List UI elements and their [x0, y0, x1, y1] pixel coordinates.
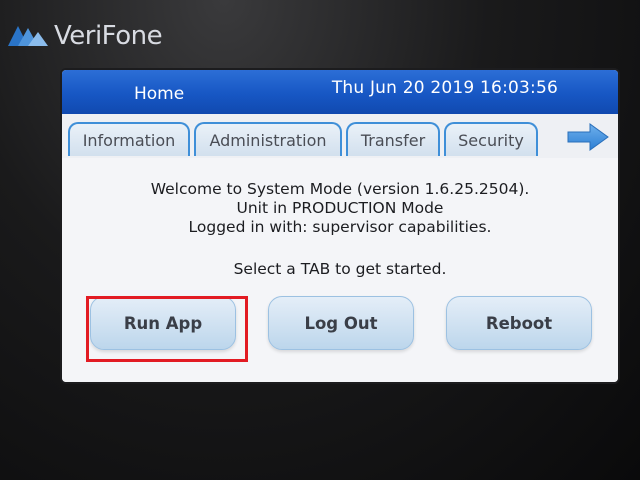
reboot-button[interactable]: Reboot — [446, 296, 592, 350]
brand-name: VeriFone — [54, 21, 163, 51]
arrow-right-icon[interactable] — [566, 122, 610, 152]
tab-bar: Information Administration Transfer Secu… — [62, 114, 618, 158]
run-app-highlight-box — [86, 296, 248, 362]
page-title: Home — [134, 84, 185, 104]
brand-logo: VeriFone — [6, 20, 163, 52]
select-tab-prompt: Select a TAB to get started. — [233, 260, 447, 278]
welcome-line-version: Welcome to System Mode (version 1.6.25.2… — [150, 180, 530, 198]
verifone-logo-icon — [8, 26, 48, 46]
welcome-message: Welcome to System Mode (version 1.6.25.2… — [62, 180, 618, 237]
tab-information[interactable]: Information — [68, 122, 190, 156]
log-out-button[interactable]: Log Out — [268, 296, 414, 350]
title-bar: Home Thu Jun 20 2019 16:03:56 — [62, 70, 618, 114]
tab-security[interactable]: Security — [444, 122, 538, 156]
welcome-line-login: Logged in with: supervisor capabilities. — [188, 218, 492, 236]
tab-transfer[interactable]: Transfer — [346, 122, 440, 156]
tab-administration[interactable]: Administration — [194, 122, 342, 156]
welcome-line-mode: Unit in PRODUCTION Mode — [236, 199, 444, 217]
datetime-display: Thu Jun 20 2019 16:03:56 — [331, 78, 558, 98]
device-bezel: VeriFone Home Thu Jun 20 2019 16:03:56 I… — [0, 0, 640, 480]
